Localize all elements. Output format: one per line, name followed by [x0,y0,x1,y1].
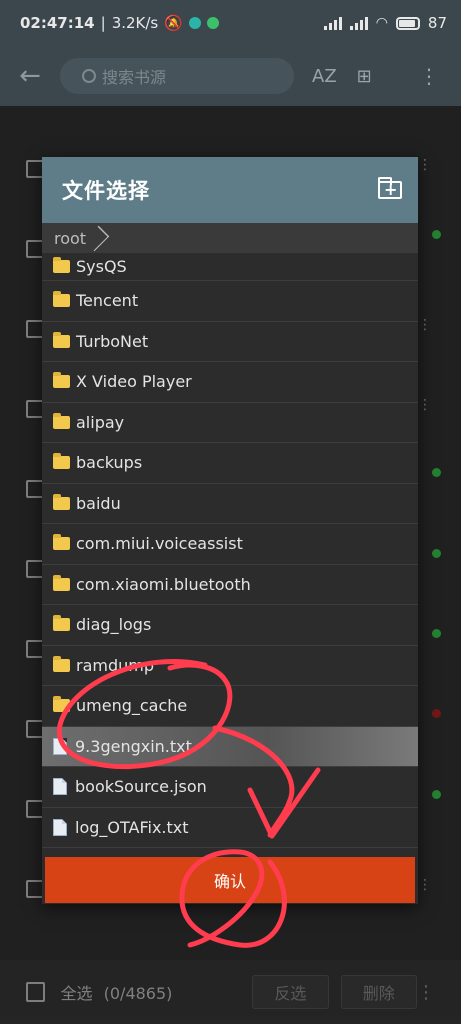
file-name: log_OTAFix.txt [75,817,189,837]
confirm-button[interactable]: 确认 [45,857,415,903]
folder-name: com.miui.voiceassist [76,534,243,554]
app-notification-icon [206,17,219,29]
folder-row[interactable]: umeng_cache [42,686,418,727]
folder-icon [53,412,70,429]
breadcrumb-root[interactable]: root [54,229,86,248]
file-icon [53,778,67,796]
arrow-left-icon[interactable]: ← [0,61,60,91]
network-speed: 3.2K/s [111,14,159,32]
folder-icon [53,615,70,632]
file-row[interactable]: bookSource.json [42,767,418,808]
status-indicators: ◠ 87 [323,14,447,32]
battery-level: 87 [427,14,447,32]
app-notification-icon [188,17,201,29]
folder-row[interactable]: com.miui.voiceassist [42,524,418,565]
dialog-title: 文件选择 [62,179,150,203]
folder-name: umeng_cache [76,696,188,716]
app-toolbar: ← 搜索书源 AZ ⊞ ⋮ [0,46,461,106]
folder-name: com.xiaomi.bluetooth [76,574,251,594]
folder-icon [53,331,70,348]
mute-icon: 🔕 [164,14,183,32]
folder-icon [53,372,70,389]
folder-row[interactable]: com.xiaomi.bluetooth [42,565,418,605]
file-list: SysQS Tencent TurboNet X Video Player alipay… [42,253,418,848]
folder-icon [53,493,70,510]
create-new-folder-icon[interactable]: + [378,177,402,199]
screen: 02:47:14 | 3.2K/s 🔕 ◠ 87 ← 搜索书源 AZ ⊞ ⋮ ⋮… [0,0,461,1024]
file-chooser-dialog: 文件选择 + root SysQS Tencent TurboNet X Video … [42,157,418,904]
folder-row[interactable]: SysQS [42,253,418,281]
file-name: 9.3gengxin.txt [75,736,192,756]
grid-icon[interactable]: ⊞ [357,66,372,87]
folder-name: Tencent [76,291,139,311]
search-placeholder: 搜索书源 [102,68,167,87]
folder-icon [53,655,70,672]
folder-name: ramdump [76,655,155,675]
folder-row[interactable]: backups [42,443,418,484]
breadcrumb: root [42,223,418,253]
wifi-icon: ◠ [375,15,388,31]
chevron-right-icon [94,225,106,251]
more-vert-icon[interactable]: ⋮ [419,64,439,88]
sort-button[interactable]: AZ [312,66,337,87]
folder-name: X Video Player [76,372,192,392]
file-icon [53,737,67,755]
dialog-header: 文件选择 + [42,157,418,223]
folder-name: diag_logs [76,615,152,635]
status-time: 02:47:14 [20,14,95,32]
search-icon [82,69,96,83]
folder-row[interactable]: X Video Player [42,362,418,403]
folder-row[interactable]: Tencent [42,281,418,322]
folder-row[interactable]: baidu [42,484,418,524]
search-input[interactable]: 搜索书源 [60,58,294,94]
folder-icon [53,257,70,273]
folder-icon [53,696,70,713]
folder-icon [53,574,70,591]
file-row[interactable]: 9.3gengxin.txt [42,726,418,767]
folder-icon [53,534,70,551]
file-name: bookSource.json [75,777,207,797]
folder-row[interactable]: alipay [42,403,418,443]
status-separator: | [100,14,106,32]
folder-name: SysQS [76,257,127,276]
folder-icon [53,453,70,470]
folder-row[interactable]: diag_logs [42,605,418,646]
status-bar: 02:47:14 | 3.2K/s 🔕 ◠ 87 [0,0,461,46]
file-icon [53,818,67,836]
folder-name: TurboNet [76,331,149,351]
folder-row[interactable]: TurboNet [42,322,418,362]
battery-icon [395,16,420,30]
folder-name: baidu [76,493,121,513]
folder-name: alipay [76,412,125,432]
folder-icon [53,291,70,308]
folder-row[interactable]: ramdump [42,646,418,686]
file-row[interactable]: log_OTAFix.txt [42,808,418,848]
signal-icon [323,16,342,30]
signal-icon [349,16,368,30]
folder-name: backups [76,453,143,473]
